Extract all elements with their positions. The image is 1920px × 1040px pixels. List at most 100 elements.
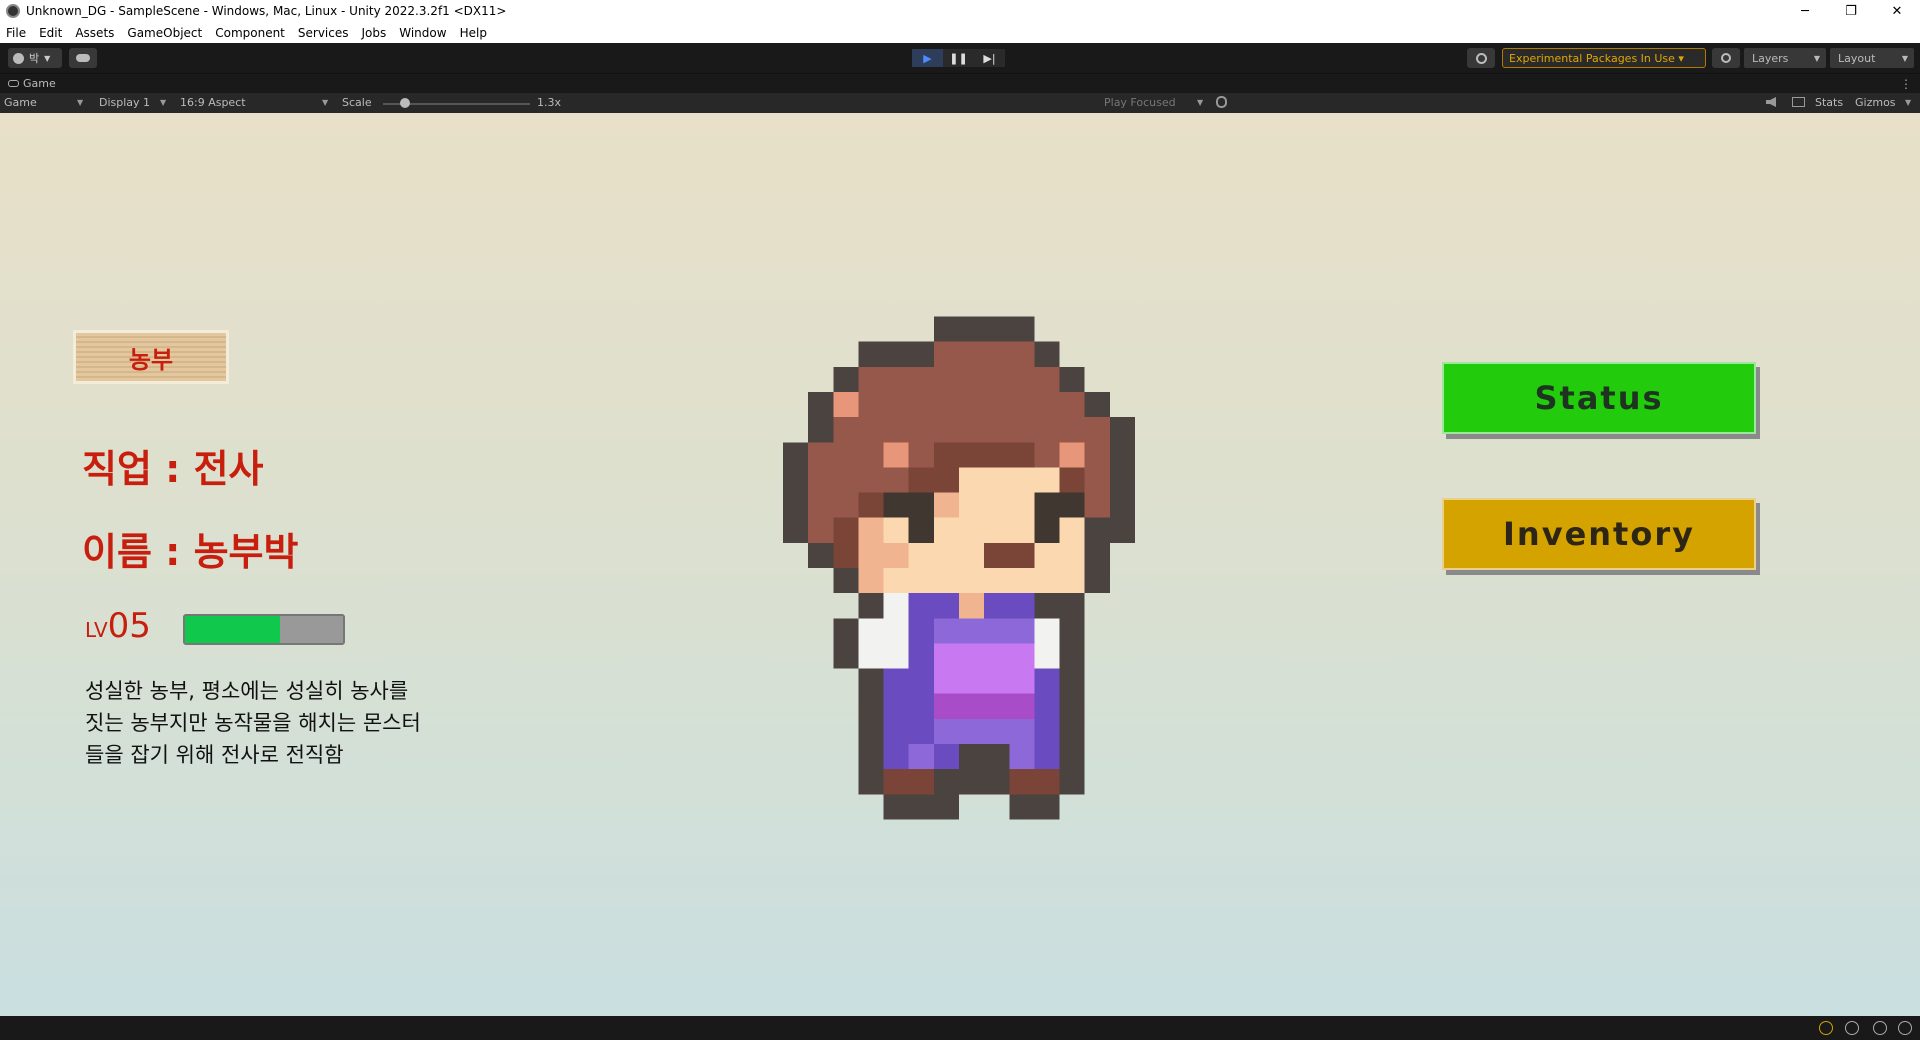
shortcuts-icon[interactable] xyxy=(1792,97,1805,110)
sprite-pixel xyxy=(1084,568,1110,594)
sprite-pixel xyxy=(1059,517,1085,543)
character-description: 성실한 농부, 평소에는 성실히 농사를 짓는 농부지만 농작물을 해치는 몬스… xyxy=(85,679,421,767)
sprite-pixel xyxy=(1009,718,1035,744)
step-button[interactable]: ▶| xyxy=(974,49,1005,67)
progress-icon[interactable] xyxy=(1845,1021,1859,1035)
undo-history-button[interactable] xyxy=(1467,48,1495,68)
sprite-pixel xyxy=(883,718,909,744)
sprite-pixel xyxy=(858,517,884,543)
level-prefix: LV xyxy=(85,618,108,642)
level-display: LV05 xyxy=(85,606,151,646)
sprite-pixel xyxy=(959,643,985,669)
sprite-pixel xyxy=(1059,769,1085,795)
sprite-pixel xyxy=(984,542,1010,568)
sprite-pixel xyxy=(959,492,985,518)
sprite-pixel xyxy=(959,718,985,744)
menu-file[interactable]: File xyxy=(6,26,26,40)
sprite-pixel xyxy=(883,417,909,443)
sprite-pixel xyxy=(984,568,1010,594)
game-tab-bar: Game ⋮ xyxy=(0,73,1920,93)
sprite-pixel xyxy=(833,417,859,443)
pause-button[interactable]: ❚❚ xyxy=(943,49,974,67)
scale-slider-handle[interactable] xyxy=(400,98,410,108)
sprite-pixel xyxy=(1034,618,1060,644)
sprite-pixel xyxy=(1059,568,1085,594)
sprite-pixel xyxy=(984,492,1010,518)
aspect-dropdown[interactable]: 16:9 Aspect xyxy=(180,96,246,109)
experimental-packages-button[interactable]: Experimental Packages In Use ▾ xyxy=(1502,48,1706,68)
bug-icon[interactable] xyxy=(1216,96,1227,111)
stats-button[interactable]: Stats xyxy=(1815,96,1843,109)
menu-gameobject[interactable]: GameObject xyxy=(127,26,202,40)
menu-assets[interactable]: Assets xyxy=(75,26,114,40)
sprite-pixel xyxy=(984,417,1010,443)
menu-jobs[interactable]: Jobs xyxy=(362,26,387,40)
sprite-pixel xyxy=(984,693,1010,719)
sprite-pixel xyxy=(959,618,985,644)
sprite-pixel xyxy=(1109,467,1135,493)
cloud-button[interactable] xyxy=(69,48,97,68)
character-sprite xyxy=(783,316,1135,820)
job-badge-label: 농부 xyxy=(128,345,174,374)
menu-services[interactable]: Services xyxy=(298,26,349,40)
inventory-button[interactable]: Inventory xyxy=(1442,498,1756,570)
sprite-pixel xyxy=(933,643,959,669)
play-focused-dropdown[interactable]: Play Focused xyxy=(1104,96,1176,109)
scale-label: Scale xyxy=(342,96,372,109)
sprite-pixel xyxy=(908,668,934,694)
sprite-pixel xyxy=(883,492,909,518)
status-button[interactable]: Status xyxy=(1442,362,1756,434)
sprite-pixel xyxy=(783,492,809,518)
collab-status-icon[interactable] xyxy=(1898,1021,1912,1035)
menu-window[interactable]: Window xyxy=(399,26,446,40)
sprite-pixel xyxy=(1084,417,1110,443)
sprite-pixel xyxy=(908,517,934,543)
sprite-pixel xyxy=(959,668,985,694)
menu-edit[interactable]: Edit xyxy=(39,26,62,40)
account-dropdown[interactable]: 박 ▼ xyxy=(8,48,62,68)
sprite-pixel xyxy=(959,392,985,418)
sprite-pixel xyxy=(908,769,934,795)
layers-dropdown[interactable]: Layers ▼ xyxy=(1744,48,1826,68)
chevron-down-icon: ▼ xyxy=(1905,98,1912,107)
mute-audio-icon[interactable] xyxy=(1766,97,1776,110)
sprite-pixel xyxy=(883,341,909,367)
cache-server-icon[interactable] xyxy=(1873,1021,1887,1035)
sprite-pixel xyxy=(833,568,859,594)
game-mode-dropdown[interactable]: Game xyxy=(4,96,37,109)
sprite-pixel xyxy=(1059,643,1085,669)
debug-icon[interactable] xyxy=(1819,1021,1833,1035)
sprite-pixel xyxy=(858,341,884,367)
sprite-pixel xyxy=(1009,467,1035,493)
sprite-pixel xyxy=(833,517,859,543)
gizmos-button[interactable]: Gizmos xyxy=(1855,96,1896,109)
play-button[interactable]: ▶ xyxy=(912,49,943,67)
tab-game[interactable]: Game xyxy=(23,77,56,90)
sprite-pixel xyxy=(984,392,1010,418)
chevron-down-icon: ▼ xyxy=(1813,53,1820,63)
menu-help[interactable]: Help xyxy=(460,26,487,40)
sprite-pixel xyxy=(959,366,985,392)
sprite-pixel xyxy=(783,517,809,543)
aspect-label: 16:9 Aspect xyxy=(180,96,246,109)
sprite-pixel xyxy=(908,392,934,418)
restore-button[interactable]: ❐ xyxy=(1828,0,1874,22)
minimize-button[interactable]: ─ xyxy=(1782,0,1828,22)
more-options-icon[interactable]: ⋮ xyxy=(1900,77,1912,91)
sprite-pixel xyxy=(908,618,934,644)
sprite-pixel xyxy=(984,593,1010,619)
sprite-pixel xyxy=(1009,542,1035,568)
layout-dropdown[interactable]: Layout ▼ xyxy=(1830,48,1914,68)
sprite-pixel xyxy=(933,693,959,719)
sprite-pixel xyxy=(858,693,884,719)
search-button[interactable] xyxy=(1712,48,1740,68)
sprite-pixel xyxy=(959,341,985,367)
close-button[interactable]: ✕ xyxy=(1874,0,1920,22)
display-dropdown[interactable]: Display 1 xyxy=(99,96,150,109)
account-icon xyxy=(13,52,24,64)
menu-component[interactable]: Component xyxy=(215,26,285,40)
cloud-icon xyxy=(76,54,90,62)
sprite-pixel xyxy=(908,467,934,493)
play-focused-label: Play Focused xyxy=(1104,96,1176,109)
window-titlebar: Unknown_DG - SampleScene - Windows, Mac,… xyxy=(0,0,1920,22)
